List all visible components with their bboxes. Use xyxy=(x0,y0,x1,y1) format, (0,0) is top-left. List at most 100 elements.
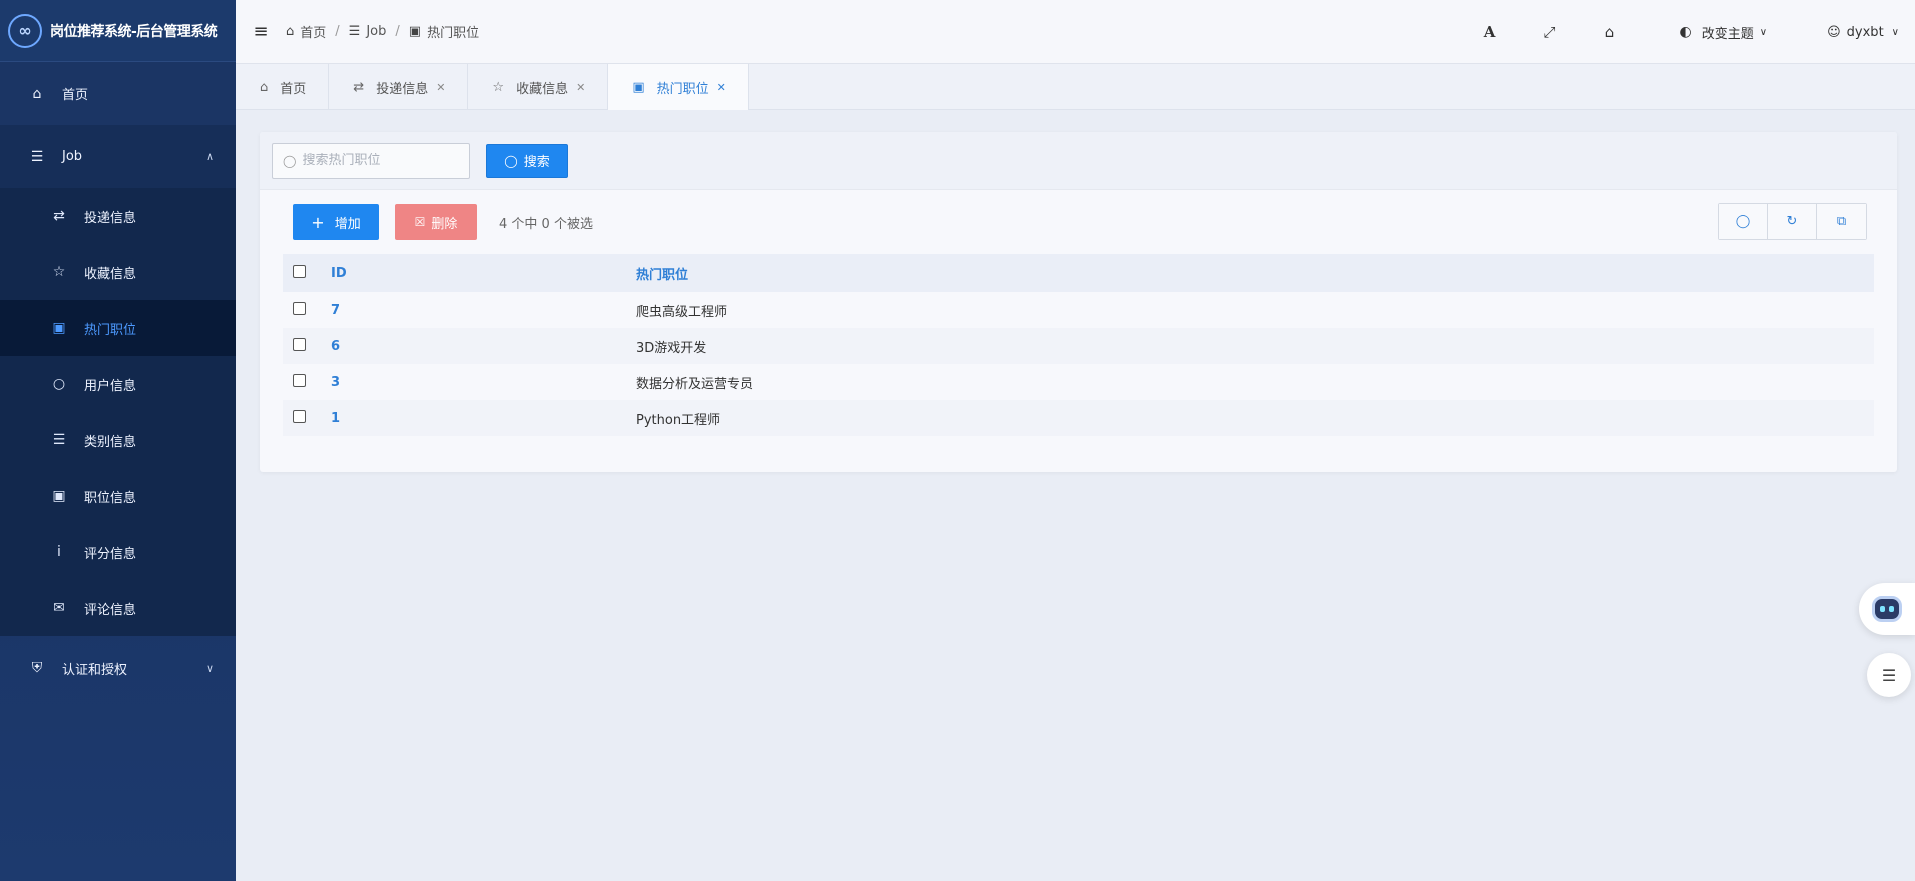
table-tools: ◯ ↻ ⧉ xyxy=(1718,203,1867,240)
chevron-up-icon: ∧ xyxy=(205,150,214,163)
username: dyxbt xyxy=(1846,24,1884,40)
home-icon: ⌂ xyxy=(32,85,42,102)
data-table: ID 热门职位 7 爬虫高级工程师 6 3D游戏开发 3 数据分析及运营专员 1… xyxy=(283,254,1874,436)
list-icon: ☰ xyxy=(52,432,66,448)
user-icon: ☺ xyxy=(1827,24,1841,40)
sidebar-item-label: 收藏信息 xyxy=(84,266,137,282)
sidebar-item-comments[interactable]: ✉ 评论信息 xyxy=(0,580,236,636)
row-checkbox[interactable] xyxy=(283,364,321,400)
close-icon[interactable]: ✕ xyxy=(436,81,445,94)
assistant-bot-button[interactable] xyxy=(1859,583,1915,635)
table-row[interactable]: 3 数据分析及运营专员 xyxy=(283,364,1874,400)
retweet-icon: ⇄ xyxy=(353,79,365,95)
table-header-row: ID 热门职位 xyxy=(283,254,1874,292)
close-icon[interactable]: ✕ xyxy=(717,81,726,94)
row-checkbox[interactable] xyxy=(283,292,321,328)
robot-icon xyxy=(1872,596,1902,622)
sidebar-item-label: 认证和授权 xyxy=(62,662,128,678)
sidebar-item-hot-jobs[interactable]: ▣ 热门职位 xyxy=(0,300,236,356)
breadcrumb-label: 热门职位 xyxy=(427,26,480,41)
comments-icon: ✉ xyxy=(53,600,65,616)
sidebar-item-label: 职位信息 xyxy=(84,490,137,506)
home-icon[interactable]: ⌂ xyxy=(1580,23,1640,41)
sidebar-item-label: 热门职位 xyxy=(84,322,137,338)
chevron-down-icon: ∨ xyxy=(1891,26,1899,38)
sidebar-item-positions[interactable]: ▣ 职位信息 xyxy=(0,468,236,524)
breadcrumb: ⌂ 首页 / ☰ Job / ▣ 热门职位 xyxy=(286,22,479,41)
sidebar-item-label: 评分信息 xyxy=(84,546,137,562)
search-box: ◯ xyxy=(272,142,470,179)
star-icon: ☆ xyxy=(492,79,505,95)
delete-button[interactable]: ☒ 删除 xyxy=(395,204,477,240)
id-card-icon: ▣ xyxy=(52,488,66,504)
row-id[interactable]: 1 xyxy=(321,400,636,436)
header-actions: A ⤢ ⌂ ◐ 改变主题 ∨ ☺ dyxbt ∨ xyxy=(1460,0,1915,64)
breadcrumb-label: 首页 xyxy=(300,26,327,41)
theme-dropdown[interactable]: ◐ 改变主题 ∨ xyxy=(1680,23,1768,42)
top-header: ≡ ⌂ 首页 / ☰ Job / ▣ 热门职位 A ⤢ ⌂ ◐ 改变主题 ∨ ☺… xyxy=(236,0,1915,64)
id-card-icon: ▣ xyxy=(52,320,66,336)
sidebar: ∞ 岗位推荐系统-后台管理系统 ⌂ 首页 ☰ Job ∧ ⇄ 投递信息 ☆ 收藏… xyxy=(0,0,236,881)
tab-favorites[interactable]: ☆ 收藏信息 ✕ xyxy=(468,64,609,110)
theme-label: 改变主题 xyxy=(1701,26,1754,42)
sidebar-item-delivery[interactable]: ⇄ 投递信息 xyxy=(0,188,236,244)
tab-bar: ⌂ 首页 ⇄ 投递信息 ✕ ☆ 收藏信息 ✕ ▣ 热门职位 ✕ xyxy=(236,64,1915,110)
sidebar-item-label: Job xyxy=(62,149,83,164)
search-icon: ◯ xyxy=(283,153,297,168)
close-icon[interactable]: ✕ xyxy=(576,81,585,94)
tab-label: 收藏信息 xyxy=(516,81,569,97)
select-all-checkbox[interactable] xyxy=(283,254,321,292)
sidebar-item-label: 评论信息 xyxy=(84,602,137,618)
sidebar-group-auth[interactable]: ⛨ 认证和授权 ∨ xyxy=(0,636,236,700)
sidebar-item-label: 用户信息 xyxy=(84,378,137,394)
button-label: 删除 xyxy=(431,216,458,232)
column-header-id[interactable]: ID xyxy=(321,254,636,292)
sidebar-item-categories[interactable]: ☰ 类别信息 xyxy=(0,412,236,468)
breadcrumb-item-job[interactable]: ☰ Job xyxy=(349,24,387,39)
logo-icon: ∞ xyxy=(8,13,42,48)
row-id[interactable]: 3 xyxy=(321,364,636,400)
row-id[interactable]: 7 xyxy=(321,292,636,328)
info-icon: i xyxy=(57,544,61,560)
logo[interactable]: ∞ 岗位推荐系统-后台管理系统 xyxy=(0,0,236,62)
row-checkbox[interactable] xyxy=(283,400,321,436)
tab-delivery[interactable]: ⇄ 投递信息 ✕ xyxy=(329,64,469,110)
row-id[interactable]: 6 xyxy=(321,328,636,364)
breadcrumb-item-home[interactable]: ⌂ 首页 xyxy=(286,22,326,41)
chevron-down-icon: ∨ xyxy=(205,661,214,675)
fullscreen-icon[interactable]: ⤢ xyxy=(1520,23,1580,41)
table-row[interactable]: 7 爬虫高级工程师 xyxy=(283,292,1874,328)
search-bar: ◯ ◯ 搜索 xyxy=(260,132,1897,190)
search-input[interactable] xyxy=(302,153,463,168)
user-icon: ○ xyxy=(52,376,66,392)
trash-icon: ☒ xyxy=(414,215,426,229)
notes-button[interactable]: ☰ xyxy=(1867,653,1911,697)
plus-icon: + xyxy=(311,212,325,232)
tab-home[interactable]: ⌂ 首页 xyxy=(236,64,330,110)
table-row[interactable]: 6 3D游戏开发 xyxy=(283,328,1874,364)
refresh-button[interactable]: ↻ xyxy=(1768,204,1817,239)
sidebar-item-home[interactable]: ⌂ 首页 xyxy=(0,62,236,125)
sidebar-item-users[interactable]: ○ 用户信息 xyxy=(0,356,236,412)
export-icon: ⧉ xyxy=(1836,214,1847,229)
search-button[interactable]: ◯ 搜索 xyxy=(486,143,568,178)
font-size-icon[interactable]: A xyxy=(1460,23,1520,41)
palette-icon: ◐ xyxy=(1679,24,1692,40)
sidebar-item-favorites[interactable]: ☆ 收藏信息 xyxy=(0,244,236,300)
search-toggle-button[interactable]: ◯ xyxy=(1719,204,1768,239)
export-button[interactable]: ⧉ xyxy=(1817,204,1866,239)
row-hot-job: 3D游戏开发 xyxy=(636,328,1874,364)
column-header-hot-job[interactable]: 热门职位 xyxy=(636,254,1874,292)
menu-toggle-icon[interactable]: ≡ xyxy=(236,21,286,42)
search-icon: ◯ xyxy=(1735,214,1751,229)
sidebar-group-job[interactable]: ☰ Job ∧ xyxy=(0,125,236,188)
sidebar-item-ratings[interactable]: i 评分信息 xyxy=(0,524,236,580)
shield-icon: ⛨ xyxy=(31,660,43,676)
tab-label: 热门职位 xyxy=(656,81,709,97)
tab-hot-jobs[interactable]: ▣ 热门职位 ✕ xyxy=(608,64,749,110)
table-row[interactable]: 1 Python工程师 xyxy=(283,400,1874,436)
user-dropdown[interactable]: ☺ dyxbt ∨ xyxy=(1827,25,1899,40)
row-checkbox[interactable] xyxy=(283,328,321,364)
add-button[interactable]: + 增加 xyxy=(293,204,379,240)
tab-label: 投递信息 xyxy=(376,81,429,97)
